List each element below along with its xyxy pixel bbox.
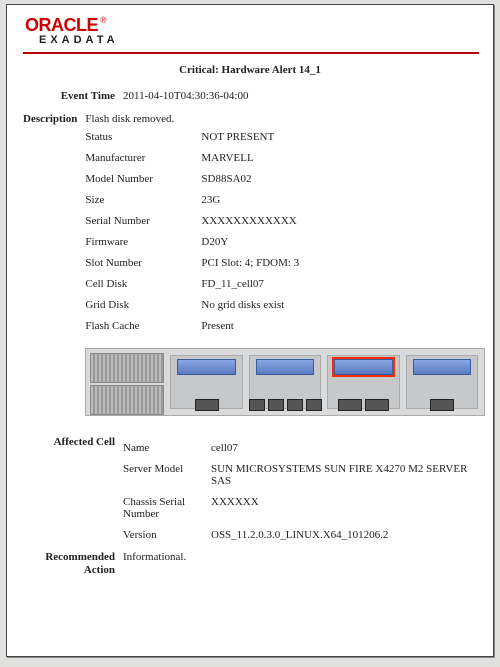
kv-key: Size — [85, 194, 201, 206]
event-time-section: Event Time 2011-04-10T04:30:36-04:00 — [23, 90, 477, 103]
kv-value: XXXXXXXXXXXX — [201, 215, 485, 227]
kv-value: FD_11_cell07 — [201, 278, 485, 290]
alert-title: Critical: Hardware Alert 14_1 — [23, 64, 477, 76]
kv-value: SD88SA02 — [201, 173, 485, 185]
recommended-action-label: Recommended Action — [23, 551, 123, 577]
recommended-action-section: Recommended Action Informational. — [23, 551, 477, 577]
kv-key: Flash Cache — [85, 320, 201, 332]
details-table: StatusNOT PRESENTManufacturerMARVELLMode… — [85, 131, 485, 332]
kv-value: XXXXXX — [211, 496, 477, 520]
logo-block: ORACLE® EXADATA — [23, 15, 479, 54]
affected-cell-section: Affected Cell Namecell07Server ModelSUN … — [23, 436, 477, 541]
kv-value: D20Y — [201, 236, 485, 248]
alert-report-page: ORACLE® EXADATA Critical: Hardware Alert… — [6, 4, 494, 657]
recommended-action-value: Informational. — [123, 551, 477, 577]
affected-cell-table: Namecell07Server ModelSUN MICROSYSTEMS S… — [123, 442, 477, 541]
kv-key: Chassis Serial Number — [123, 496, 211, 520]
server-rear-illustration — [85, 348, 485, 416]
kv-key: Server Model — [123, 463, 211, 487]
kv-value: SUN MICROSYSTEMS SUN FIRE X4270 M2 SERVE… — [211, 463, 477, 487]
description-section: Description Flash disk removed. StatusNO… — [23, 113, 477, 426]
kv-value: PCI Slot: 4; FDOM: 3 — [201, 257, 485, 269]
kv-key: Grid Disk — [85, 299, 201, 311]
kv-value: MARVELL — [201, 152, 485, 164]
kv-key: Serial Number — [85, 215, 201, 227]
kv-key: Status — [85, 131, 201, 143]
brand-row: ORACLE® — [25, 15, 479, 36]
kv-key: Cell Disk — [85, 278, 201, 290]
event-time-value: 2011-04-10T04:30:36-04:00 — [123, 90, 477, 103]
kv-value: cell07 — [211, 442, 477, 454]
kv-value: 23G — [201, 194, 485, 206]
kv-key: Name — [123, 442, 211, 454]
kv-key: Model Number — [85, 173, 201, 185]
pcie-card-icon — [413, 359, 472, 375]
registered-mark: ® — [100, 15, 107, 25]
pcie-card-icon — [256, 359, 315, 375]
kv-value: OSS_11.2.0.3.0_LINUX.X64_101206.2 — [211, 529, 477, 541]
affected-cell-label: Affected Cell — [23, 436, 123, 541]
psu-1-icon — [90, 353, 164, 383]
pcie-card-icon — [334, 359, 393, 375]
psu-2-icon — [90, 385, 164, 415]
pcie-card-icon — [177, 359, 236, 375]
kv-key: Version — [123, 529, 211, 541]
port-strip — [170, 397, 478, 411]
kv-key: Slot Number — [85, 257, 201, 269]
event-time-label: Event Time — [23, 90, 123, 103]
product-name: EXADATA — [39, 34, 479, 46]
kv-key: Firmware — [85, 236, 201, 248]
kv-value: No grid disks exist — [201, 299, 485, 311]
description-content: Flash disk removed. StatusNOT PRESENTMan… — [85, 113, 485, 426]
description-label: Description — [23, 113, 85, 426]
kv-key: Manufacturer — [85, 152, 201, 164]
kv-value: Present — [201, 320, 485, 332]
description-line: Flash disk removed. — [85, 113, 485, 125]
oracle-logo-text: ORACLE — [25, 15, 98, 35]
kv-value: NOT PRESENT — [201, 131, 485, 143]
affected-cell-content: Namecell07Server ModelSUN MICROSYSTEMS S… — [123, 436, 477, 541]
